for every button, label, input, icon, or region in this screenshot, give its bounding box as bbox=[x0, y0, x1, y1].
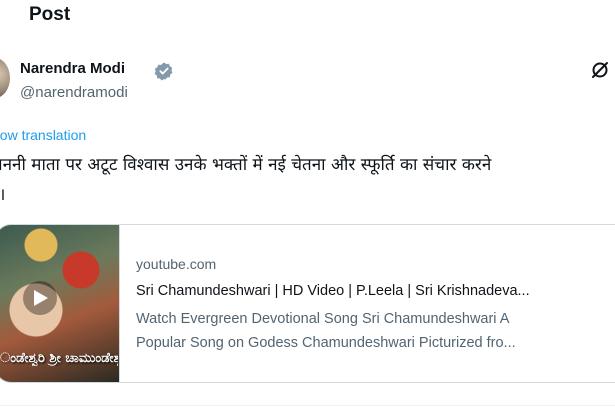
author-name[interactable]: Narendra Modi bbox=[20, 60, 125, 77]
link-card[interactable]: ಂಡೇಶ್ವರಿ ಶ್ರೀ ಚಾಮುಂಡೇಶ್ವ youtube.com Sri… bbox=[0, 224, 615, 383]
card-description-line: Watch Evergreen Devotional Song Sri Cham… bbox=[136, 311, 510, 327]
post-page: Post Narendra Modi @narendramodi how tra… bbox=[0, 0, 615, 410]
show-translation-link[interactable]: how translation bbox=[0, 127, 86, 143]
card-description: Watch Evergreen Devotional Song Sri Cham… bbox=[136, 307, 614, 355]
divider bbox=[0, 405, 615, 406]
card-description-line: Popular Song on Godess Chamundeshwari Pi… bbox=[136, 335, 516, 351]
page-title: Post bbox=[29, 4, 71, 25]
verified-badge-icon bbox=[154, 61, 174, 81]
avatar[interactable] bbox=[0, 58, 10, 98]
author-handle[interactable]: @narendramodi bbox=[20, 84, 128, 101]
play-icon[interactable] bbox=[23, 281, 57, 315]
card-domain: youtube.com bbox=[136, 256, 217, 272]
card-thumbnail[interactable]: ಂಡೇಶ್ವರಿ ಶ್ರೀ ಚಾಮುಂಡೇಶ್ವ bbox=[0, 225, 120, 382]
thumbnail-caption: ಂಡೇಶ್ವರಿ ಶ್ರೀ ಚಾಮುಂಡೇಶ್ವ bbox=[0, 351, 118, 366]
card-title[interactable]: Sri Chamundeshwari | HD Video | P.Leela … bbox=[136, 283, 615, 299]
post-text: जननी माता पर अटूट विश्वास उनके भक्तों मे… bbox=[0, 155, 492, 205]
grok-icon[interactable] bbox=[590, 60, 610, 80]
